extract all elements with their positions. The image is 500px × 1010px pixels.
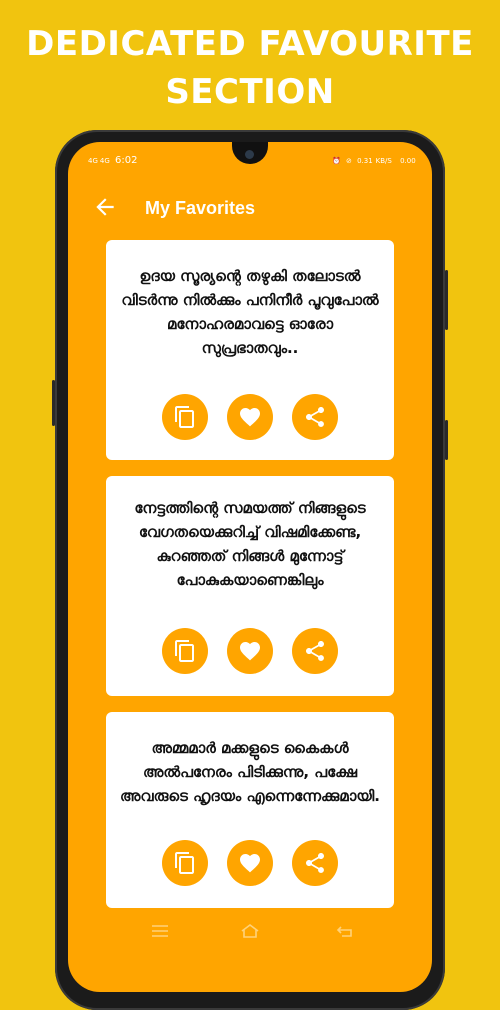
status-time: 6:02 [114, 155, 138, 166]
favorite-button[interactable] [227, 394, 273, 440]
speed-unit: KB/S [375, 157, 392, 165]
front-camera [245, 150, 254, 159]
side-button [445, 420, 448, 460]
speed-value: 0.31 [357, 157, 373, 165]
quote-text: ഉദയ സൂര്യന്റെ തഴുകി തലോടൽ വിടർന്നു നിൽക്… [121, 267, 379, 357]
share-button[interactable] [292, 394, 338, 440]
battery-level: 0.00 [400, 157, 416, 165]
heart-icon [240, 854, 260, 873]
promo-headline-line2: SECTION [165, 72, 335, 112]
copy-icon [175, 640, 194, 662]
heart-icon [240, 408, 260, 427]
favorite-card: നേട്ടത്തിന്റെ സമയത്ത് നിങ്ങളുടെ വേഗതയെക്… [106, 476, 394, 696]
copy-icon [175, 406, 194, 428]
status-bar-right: ⏰ ⊘ 0.31 KB/S 0.00 [332, 154, 419, 168]
promo-headline-line1: DEDICATED FAVOURITE [26, 24, 474, 64]
alarm-icon: ⏰ [332, 157, 341, 165]
copy-button[interactable] [162, 394, 208, 440]
copy-button[interactable] [162, 840, 208, 886]
heart-icon [240, 642, 260, 661]
share-icon [306, 853, 324, 873]
power-button [445, 270, 448, 330]
status-bar-left: 4G 4G 6:02 [88, 154, 137, 168]
copy-icon [175, 852, 194, 874]
page-title: My Favorites [145, 198, 256, 218]
network-label-2: 4G [99, 157, 110, 165]
favorite-button[interactable] [227, 840, 273, 886]
mute-icon: ⊘ [345, 157, 352, 165]
menu-icon[interactable] [148, 922, 172, 940]
home-icon[interactable] [238, 922, 262, 940]
network-speed: 0.31 KB/S [357, 157, 395, 165]
arrow-back-icon[interactable] [92, 194, 118, 220]
share-button[interactable] [292, 840, 338, 886]
back-icon[interactable] [333, 922, 357, 940]
copy-button[interactable] [162, 628, 208, 674]
favorite-button[interactable] [227, 628, 273, 674]
network-label-1: 4G [88, 157, 98, 165]
promo-headline: DEDICATED FAVOURITE SECTION [0, 20, 500, 116]
card-actions [106, 840, 394, 886]
share-button[interactable] [292, 628, 338, 674]
share-icon [306, 407, 324, 427]
favorite-card: അമ്മമാർ മക്കളുടെ കൈകൾ അൽപനേരം പിടിക്കുന്… [106, 712, 394, 908]
quote-text: നേട്ടത്തിന്റെ സമയത്ത് നിങ്ങളുടെ വേഗതയെക്… [134, 499, 366, 589]
share-icon [306, 641, 324, 661]
card-actions [106, 628, 394, 674]
favorite-card: ഉദയ സൂര്യന്റെ തഴുകി തലോടൽ വിടർന്നു നിൽക്… [106, 240, 394, 460]
card-actions [106, 394, 394, 440]
volume-button [52, 380, 55, 426]
quote-text: അമ്മമാർ മക്കളുടെ കൈകൾ അൽപനേരം പിടിക്കുന്… [120, 739, 380, 805]
